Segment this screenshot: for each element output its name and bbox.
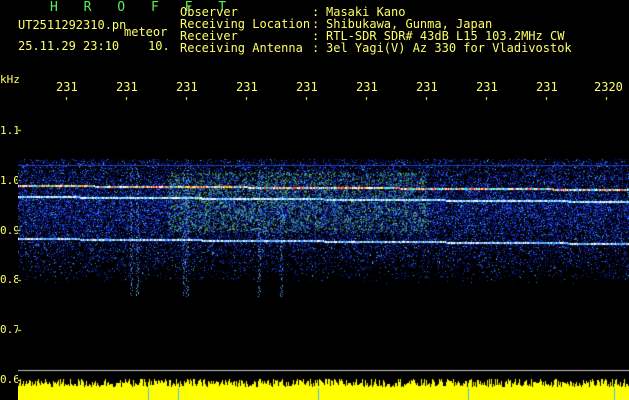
spectrogram — [18, 97, 629, 400]
freq-tick: 0.8 — [0, 273, 20, 286]
freq-tick: 0.6 — [0, 373, 20, 386]
time-tick: 231 — [536, 80, 558, 94]
datetime: 25.11.29 23:10 10. — [18, 39, 170, 53]
interval: 10. — [148, 39, 170, 53]
freq-tick: 1.0 — [0, 174, 20, 187]
freq-tick: 1.1 — [0, 124, 20, 137]
freq-unit-label: kHz — [0, 73, 20, 86]
time-tick: 231 — [476, 80, 498, 94]
info-label-antenna: Receiving Antenna — [180, 41, 303, 55]
time-tick: 231 — [176, 80, 198, 94]
filename: UT2511292310.pn — [18, 18, 127, 32]
time-tick: 231 — [416, 80, 438, 94]
freq-tick: 0.9 — [0, 224, 20, 237]
time-tick: 231 — [296, 80, 318, 94]
time-tick: 231 — [116, 80, 138, 94]
freq-tick: 0.7 — [0, 323, 20, 336]
time-tick: 231 — [356, 80, 378, 94]
time-tick: 231 — [236, 80, 258, 94]
filename-suffix: meteor — [124, 25, 168, 39]
time-tick: 2320 — [594, 80, 623, 94]
info-sep: : — [312, 41, 320, 55]
time-tick: 231 — [56, 80, 78, 94]
info-value-antenna: 3el Yagi(V) Az 330 for Vladivostok — [326, 41, 572, 55]
